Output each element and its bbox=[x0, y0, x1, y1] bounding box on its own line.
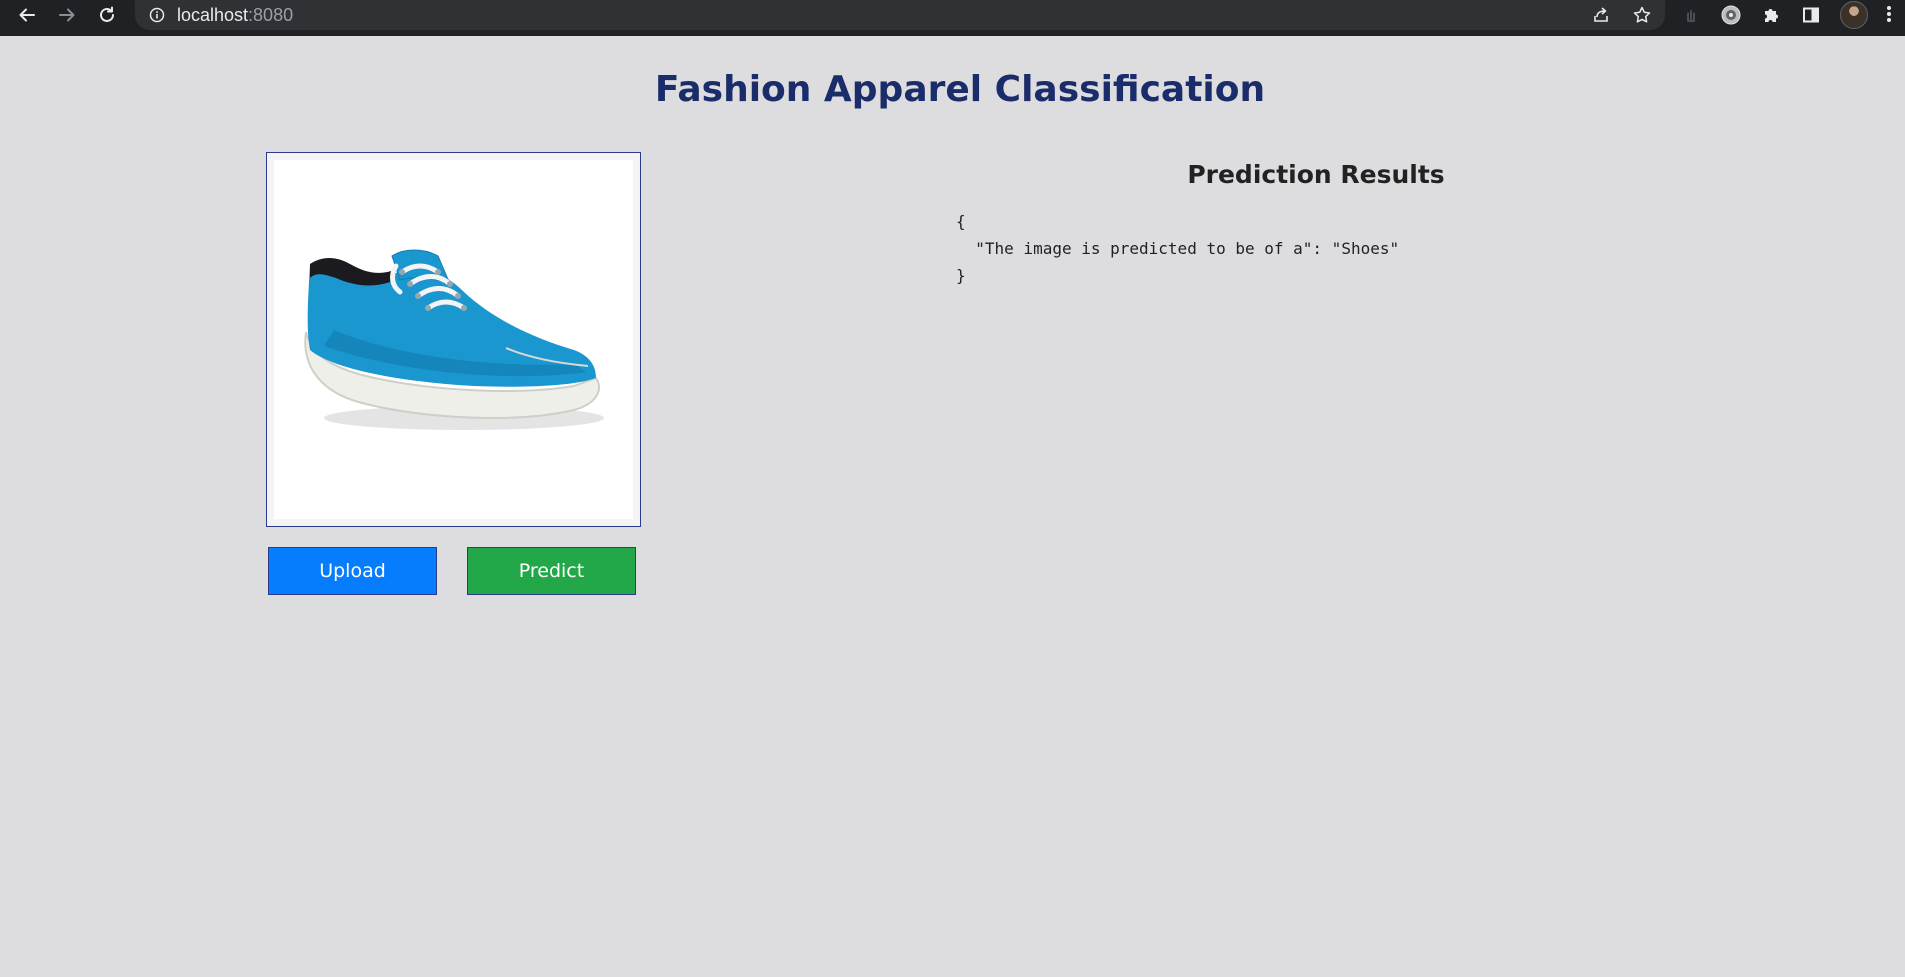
side-panel-button[interactable] bbox=[1799, 3, 1823, 27]
browser-toolbar: localhost:8080 bbox=[0, 0, 1905, 36]
json-open-brace: { bbox=[956, 212, 966, 231]
extension-icon bbox=[1721, 5, 1741, 25]
avatar[interactable] bbox=[1840, 1, 1868, 29]
results-heading: Prediction Results bbox=[1187, 160, 1445, 189]
share-button[interactable] bbox=[1590, 4, 1612, 26]
reload-button[interactable] bbox=[89, 0, 125, 30]
menu-dot bbox=[1887, 18, 1891, 22]
arrow-right-icon bbox=[59, 8, 75, 22]
address-bar[interactable]: localhost:8080 bbox=[135, 0, 1665, 30]
extensions-menu-button[interactable] bbox=[1759, 3, 1783, 27]
preview-image bbox=[274, 160, 633, 519]
json-close-brace: } bbox=[956, 266, 966, 285]
reload-icon bbox=[100, 6, 114, 22]
url-text[interactable]: localhost:8080 bbox=[177, 5, 293, 25]
image-preview-frame bbox=[266, 152, 641, 527]
extension-button[interactable] bbox=[1719, 3, 1743, 27]
hand-extension-button[interactable] bbox=[1679, 3, 1703, 27]
url-host: localhost bbox=[177, 5, 249, 25]
back-button[interactable] bbox=[9, 0, 45, 30]
star-icon bbox=[1633, 6, 1651, 23]
prediction-json: { "The image is predicted to be of a": "… bbox=[956, 208, 1399, 289]
forward-button[interactable] bbox=[49, 0, 85, 30]
json-line: "The image is predicted to be of a": "Sh… bbox=[956, 239, 1400, 258]
page-title: Fashion Apparel Classification bbox=[654, 69, 1266, 110]
arrow-left-icon bbox=[19, 8, 35, 22]
upload-button[interactable]: Upload bbox=[268, 547, 437, 595]
predict-button[interactable]: Predict bbox=[467, 547, 636, 595]
bookmark-button[interactable] bbox=[1631, 4, 1653, 26]
kebab-menu-icon[interactable] bbox=[1885, 4, 1893, 26]
sneaker-illustration bbox=[304, 249, 604, 430]
side-panel-icon bbox=[1803, 7, 1819, 23]
puzzle-icon bbox=[1765, 9, 1778, 22]
share-icon bbox=[1594, 7, 1608, 22]
url-port: :8080 bbox=[248, 5, 294, 25]
menu-dot bbox=[1887, 6, 1891, 10]
hand-extension-icon bbox=[1687, 10, 1695, 22]
info-icon[interactable] bbox=[149, 7, 165, 23]
menu-dot bbox=[1887, 12, 1891, 16]
